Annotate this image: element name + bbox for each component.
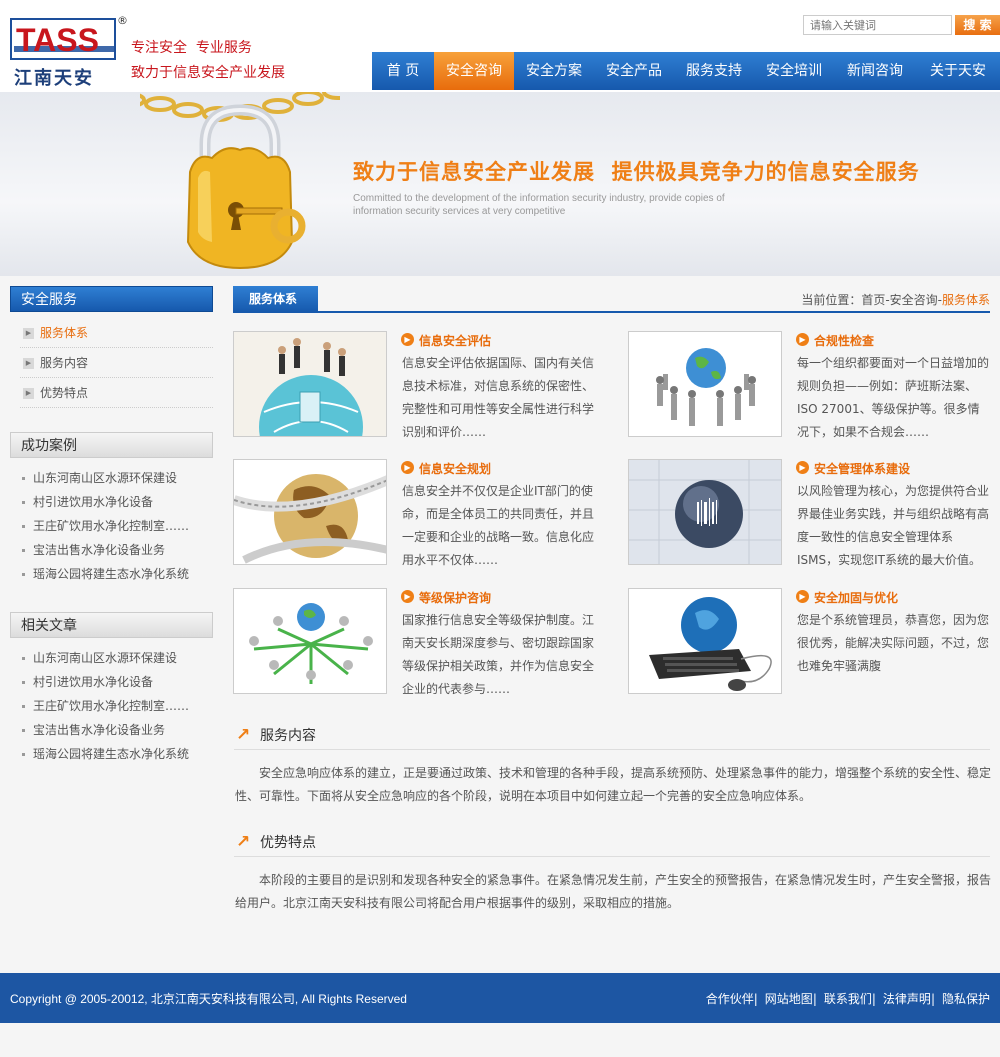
sidebar-item-service-system[interactable]: ▶ 服务体系 xyxy=(20,318,213,348)
separator: | xyxy=(753,992,758,1006)
article-link[interactable]: 山东河南山区水源环保建设 xyxy=(22,650,177,666)
banner: 致力于信息安全产业发展 提供极具竞争力的信息安全服务 Committed to … xyxy=(0,92,1000,276)
article-link[interactable]: 宝洁出售水净化设备业务 xyxy=(22,722,165,738)
footer-links: 合作伙伴| 网站地图| 联系我们| 法律声明| 隐私保护 xyxy=(706,990,990,1007)
case-link[interactable]: 山东河南山区水源环保建设 xyxy=(22,470,177,486)
card-image-hardening[interactable] xyxy=(628,588,782,694)
card-image-planning[interactable] xyxy=(233,459,387,565)
card-description: 国家推行信息安全等级保护制度。江南天安长期深度参与、密切跟踪国家等级保护相关政策… xyxy=(402,613,595,696)
footer-link-partners[interactable]: 合作伙伴 xyxy=(706,992,754,1006)
sidebar-item-label: 服务内容 xyxy=(40,356,89,370)
arrow-right-icon: ▶ xyxy=(23,358,34,369)
card-title[interactable]: ▶ 合规性检查 xyxy=(796,332,874,349)
card-title[interactable]: ▶ 安全管理体系建设 xyxy=(796,460,910,477)
arrow-right-icon: ▶ xyxy=(796,461,809,474)
separator: | xyxy=(871,992,876,1006)
article-link[interactable]: 村引进饮用水净化设备 xyxy=(22,674,153,690)
slogan-primary: 专注安全 专业服务 xyxy=(131,40,252,56)
arrow-right-icon: ▶ xyxy=(401,590,414,603)
arrow-right-icon: ▶ xyxy=(796,333,809,346)
registered-mark: ® xyxy=(117,14,128,27)
article-link[interactable]: 瑶海公园将建生态水净化系统 xyxy=(22,746,189,762)
card-description: 信息安全并不仅仅是企业IT部门的使命，而是全体员工的共同责任，并且一定要和企业的… xyxy=(402,484,595,567)
card-description: 您是个系统管理员，恭喜您，因为您很优秀，能解决实际问题，不过，您也难免牢骚满腹 xyxy=(797,613,990,673)
nav-security-consulting[interactable]: 安全咨询 xyxy=(434,52,514,90)
arrow-up-right-icon: ↗ xyxy=(236,832,251,852)
footer-link-contact[interactable]: 联系我们 xyxy=(824,992,872,1006)
footer: Copyright @ 2005-20012, 北京江南天安科技有限公司, Al… xyxy=(0,973,1000,1023)
sidebar-item-label: 服务体系 xyxy=(40,326,89,340)
case-link[interactable]: 王庄矿饮用水净化控制室…… xyxy=(22,518,189,534)
card-title[interactable]: ▶ 安全加固与优化 xyxy=(796,589,898,606)
card-title[interactable]: ▶ 信息安全评估 xyxy=(401,332,491,349)
card-image-assessment[interactable] xyxy=(233,331,387,437)
section-header-service-content: ↗ 服务内容 xyxy=(234,725,990,750)
sidebar-item-label: 优势特点 xyxy=(40,386,89,400)
separator: | xyxy=(930,992,935,1006)
card-image-management-system[interactable] xyxy=(628,459,782,565)
tab-underline xyxy=(233,311,990,313)
card-description: 以风险管理为核心，为您提供符合业界最佳业务实践，并与组织战略有高度一致性的信息安… xyxy=(797,484,990,567)
nav-security-products[interactable]: 安全产品 xyxy=(594,52,674,90)
logo[interactable]: TASS ® 江南天安 xyxy=(10,14,128,90)
footer-link-legal[interactable]: 法律声明 xyxy=(883,992,931,1006)
section-text-advantages: 本阶段的主要目的是识别和发现各种安全的紧急事件。在紧急情况发生前，产生安全的预警… xyxy=(235,873,992,910)
arrow-right-icon: ▶ xyxy=(23,328,34,339)
copyright: Copyright @ 2005-20012, 北京江南天安科技有限公司, Al… xyxy=(10,992,407,1006)
arrow-up-right-icon: ↗ xyxy=(236,725,251,745)
footer-link-privacy[interactable]: 隐私保护 xyxy=(942,992,990,1006)
case-link[interactable]: 宝洁出售水净化设备业务 xyxy=(22,542,165,558)
footer-link-sitemap[interactable]: 网站地图 xyxy=(765,992,813,1006)
arrow-right-icon: ▶ xyxy=(401,333,414,346)
nav-about[interactable]: 关于天安 xyxy=(916,52,1000,90)
logo-box: TASS xyxy=(10,18,116,60)
separator: | xyxy=(812,992,817,1006)
arrow-right-icon: ▶ xyxy=(23,388,34,399)
sidebar-services-header: 安全服务 xyxy=(10,286,213,312)
nav-service-support[interactable]: 服务支持 xyxy=(674,52,754,90)
logo-text: TASS xyxy=(16,22,99,58)
card-title[interactable]: ▶ 等级保护咨询 xyxy=(401,589,491,606)
banner-title: 致力于信息安全产业发展 提供极具竞争力的信息安全服务 xyxy=(353,160,920,184)
card-image-compliance[interactable] xyxy=(628,331,782,437)
banner-subtitle: Committed to the development of the info… xyxy=(353,193,725,217)
header: TASS ® 江南天安 专注安全 专业服务 致力于信息安全产业发展 搜 索 首 … xyxy=(0,0,1000,92)
section-header-advantages: ↗ 优势特点 xyxy=(234,832,990,857)
sidebar-item-advantages[interactable]: ▶ 优势特点 xyxy=(20,378,213,408)
sidebar-cases-header: 成功案例 xyxy=(10,432,213,458)
card-title[interactable]: ▶ 信息安全规划 xyxy=(401,460,491,477)
breadcrumb-path[interactable]: 当前位置：首页-安全咨询- xyxy=(801,293,942,307)
card-image-graded-protection[interactable] xyxy=(233,588,387,694)
arrow-right-icon: ▶ xyxy=(401,461,414,474)
tab-service-system[interactable]: 服务体系 xyxy=(233,286,318,312)
logo-cn-text: 江南天安 xyxy=(14,68,94,89)
main-nav: 首 页 安全咨询 安全方案 安全产品 服务支持 安全培训 新闻咨询 关于天安 xyxy=(372,52,1000,90)
case-link[interactable]: 村引进饮用水净化设备 xyxy=(22,494,153,510)
arrow-right-icon: ▶ xyxy=(796,590,809,603)
slogan-secondary: 致力于信息安全产业发展 xyxy=(131,65,285,81)
padlock-key-image xyxy=(140,92,340,270)
card-description: 每一个组织都要面对一个日益增加的规则负担——例如：萨班斯法案、ISO 27001… xyxy=(797,356,990,439)
sidebar-item-service-content[interactable]: ▶ 服务内容 xyxy=(20,348,213,378)
article-link[interactable]: 王庄矿饮用水净化控制室…… xyxy=(22,698,189,714)
nav-security-training[interactable]: 安全培训 xyxy=(754,52,834,90)
sidebar-articles-header: 相关文章 xyxy=(10,612,213,638)
section-text-service-content: 安全应急响应体系的建立，正是要通过政策、技术和管理的各种手段，提高系统预防、处理… xyxy=(235,766,992,803)
case-link[interactable]: 瑶海公园将建生态水净化系统 xyxy=(22,566,189,582)
nav-security-solutions[interactable]: 安全方案 xyxy=(514,52,594,90)
card-description: 信息安全评估依据国际、国内有关信息技术标准，对信息系统的保密性、完整性和可用性等… xyxy=(402,356,595,439)
search-input[interactable] xyxy=(803,15,952,35)
search-button[interactable]: 搜 索 xyxy=(955,15,1000,35)
breadcrumb-current: 服务体系 xyxy=(941,293,990,307)
breadcrumb: 当前位置：首页-安全咨询-服务体系 xyxy=(801,291,990,308)
nav-home[interactable]: 首 页 xyxy=(372,52,434,90)
nav-news[interactable]: 新闻咨询 xyxy=(834,52,916,90)
